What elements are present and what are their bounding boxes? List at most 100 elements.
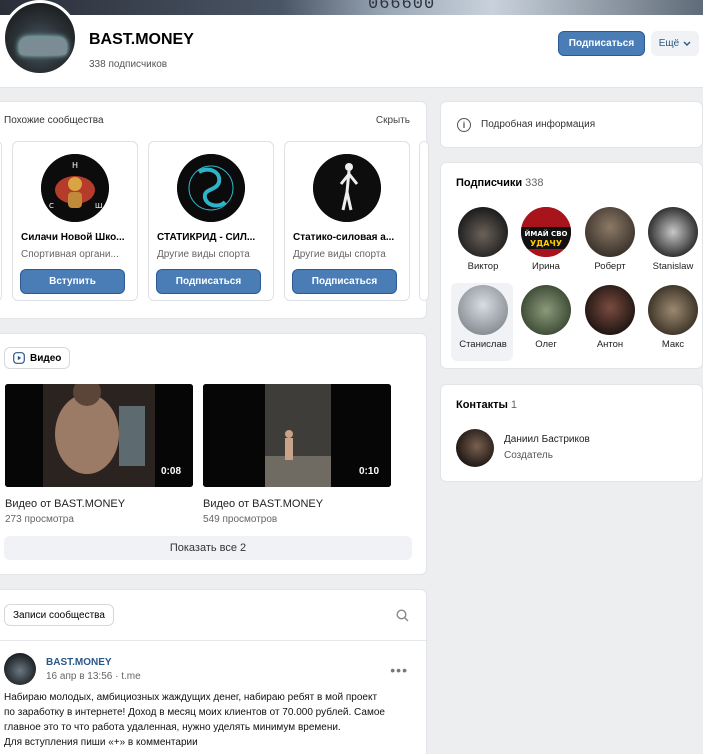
similar-community-card[interactable]: СТАТИКРИД - СИЛ... Другие виды спорта По… — [148, 141, 274, 301]
post-text: Набираю молодых, амбициозных жаждущих де… — [4, 690, 414, 750]
video-duration: 0:08 — [160, 466, 181, 477]
post-line: по заработку в интернете! Доход в месяц … — [4, 707, 385, 718]
contacts-card: Контакты 1 Даниил Бастриков Создатель — [440, 384, 703, 482]
detailed-info-link[interactable]: Подробная информация — [481, 119, 595, 130]
more-options-icon[interactable]: ••• — [390, 662, 408, 678]
community-category: Другие виды спорта — [157, 249, 250, 260]
subscribe-button[interactable]: Подписаться — [156, 269, 261, 294]
similar-label: Похожие сообщества — [4, 115, 104, 126]
similar-communities-card: Похожие сообщества Скрыть Н С Ш Силачи Н… — [0, 101, 429, 319]
followers-count: 338 — [525, 177, 544, 189]
divider — [0, 640, 428, 641]
video-title[interactable]: Видео от BAST.MONEY — [203, 498, 323, 510]
posts-tab-label: Записи сообщества — [13, 609, 105, 621]
follower-avatar — [648, 207, 698, 257]
more-button[interactable]: Ещё — [651, 31, 699, 56]
post-line: Для вступления пиши «+» в комментарии — [4, 737, 198, 748]
community-header: BAST.MONEY 338 подписчиков Подписаться Е… — [0, 0, 703, 88]
follower-avatar — [521, 285, 571, 335]
videos-card: Видео 0:08 Видео от BAST.MONEY 273 просм… — [0, 333, 427, 575]
followers-card: Подписчики 338 Виктор ЙМАЙ СВО УДАЧУ Ирин… — [440, 162, 703, 369]
similar-card-partial-right[interactable] — [419, 141, 429, 301]
video-thumbnail[interactable]: 0:10 — [203, 384, 391, 487]
similar-community-card[interactable]: Н С Ш Силачи Новой Шко... Спортивная орг… — [12, 141, 138, 301]
contacts-title[interactable]: Контакты 1 — [456, 399, 517, 411]
more-label: Ещё — [658, 38, 680, 49]
video-icon — [13, 352, 25, 364]
svg-text:УДАЧУ: УДАЧУ — [530, 239, 562, 248]
svg-text:Н: Н — [72, 161, 78, 170]
post-line: главное это то что работа удаленная, нуж… — [4, 722, 341, 733]
follower-name: Олег — [535, 339, 557, 350]
hide-link[interactable]: Скрыть — [376, 115, 410, 126]
community-logo — [177, 154, 245, 222]
contacts-title-label: Контакты — [456, 399, 508, 411]
follower-name: Макс — [661, 339, 685, 350]
follower-item[interactable]: Виктор — [451, 205, 513, 283]
community-category: Спортивная органи... — [21, 249, 119, 260]
community-avatar[interactable] — [2, 0, 78, 76]
videos-tab[interactable]: Видео — [4, 347, 71, 369]
subscribe-button[interactable]: Подписаться — [292, 269, 397, 294]
follower-item[interactable]: Олег — [514, 283, 576, 361]
post-author-name[interactable]: BAST.MONEY — [46, 657, 112, 668]
community-logo: Н С Ш — [41, 154, 109, 222]
subscriber-count[interactable]: 338 подписчиков — [89, 59, 167, 70]
similar-card-partial-left[interactable] — [0, 141, 2, 301]
community-category: Другие виды спорта — [293, 249, 386, 260]
follower-name: Антон — [596, 339, 624, 350]
community-name: Статико-силовая а... — [293, 232, 395, 243]
follower-avatar — [458, 285, 508, 335]
posts-tab[interactable]: Записи сообщества — [4, 604, 114, 626]
detailed-info-card[interactable]: i Подробная информация — [440, 101, 703, 148]
athlete-figure-icon — [313, 154, 381, 222]
follower-item[interactable]: Роберт — [578, 205, 640, 283]
follower-avatar — [585, 285, 635, 335]
post-line: Набираю молодых, амбициозных жаждущих де… — [4, 692, 378, 703]
follower-item[interactable]: Stanislaw — [641, 205, 703, 283]
followers-title-label: Подписчики — [456, 177, 523, 189]
svg-text:С: С — [49, 202, 54, 210]
follower-avatar: ЙМАЙ СВО УДАЧУ — [521, 207, 571, 257]
strongman-logo-icon: Н С Ш — [41, 154, 109, 222]
video-title[interactable]: Видео от BAST.MONEY — [5, 498, 125, 510]
follower-item[interactable]: ЙМАЙ СВО УДАЧУ Ирина — [514, 205, 576, 283]
contact-role: Создатель — [504, 450, 553, 461]
contact-name[interactable]: Даниил Бастриков — [504, 434, 590, 445]
video-thumbnail[interactable]: 0:08 — [5, 384, 193, 487]
follower-name: Станислав — [459, 339, 507, 350]
car-image — [19, 37, 67, 55]
post-author-avatar[interactable] — [4, 653, 36, 685]
community-title: BAST.MONEY — [89, 31, 194, 48]
community-name: Силачи Новой Шко... — [21, 232, 125, 243]
video-views: 549 просмотров — [203, 514, 278, 525]
staticreed-logo-icon — [177, 154, 245, 222]
videos-tab-label: Видео — [30, 352, 62, 364]
follower-name: Роберт — [594, 261, 626, 272]
cover-plate-text: 066600 — [368, 0, 436, 14]
similar-community-card[interactable]: Статико-силовая а... Другие виды спорта … — [284, 141, 410, 301]
search-icon[interactable] — [396, 609, 409, 622]
subscribe-button[interactable]: Подписаться — [558, 31, 645, 56]
follower-avatar — [648, 285, 698, 335]
post-meta[interactable]: 16 апр в 13:56 · t.me — [46, 671, 141, 682]
follower-item[interactable]: Станислав — [451, 283, 513, 361]
follower-avatar — [585, 207, 635, 257]
chevron-down-icon — [683, 41, 691, 46]
follower-item[interactable]: Макс — [641, 283, 703, 361]
posts-card: Записи сообщества BAST.MONEY 16 апр в 13… — [0, 589, 428, 754]
followers-title[interactable]: Подписчики 338 — [456, 177, 543, 189]
community-name: СТАТИКРИД - СИЛ... — [157, 232, 256, 243]
join-button[interactable]: Вступить — [20, 269, 125, 294]
badge-text: ЙМАЙ СВО — [525, 229, 568, 238]
show-all-videos-button[interactable]: Показать все 2 — [4, 536, 412, 560]
cover-image: 066600 — [0, 0, 703, 15]
svg-text:Ш: Ш — [95, 202, 103, 210]
video-duration: 0:10 — [358, 466, 379, 477]
contact-avatar[interactable] — [456, 429, 494, 467]
follower-item[interactable]: Антон — [578, 283, 640, 361]
info-icon: i — [457, 118, 471, 132]
follower-avatar — [458, 207, 508, 257]
follower-name: Ирина — [532, 261, 560, 272]
motivation-text-image: ЙМАЙ СВО УДАЧУ — [521, 207, 571, 257]
